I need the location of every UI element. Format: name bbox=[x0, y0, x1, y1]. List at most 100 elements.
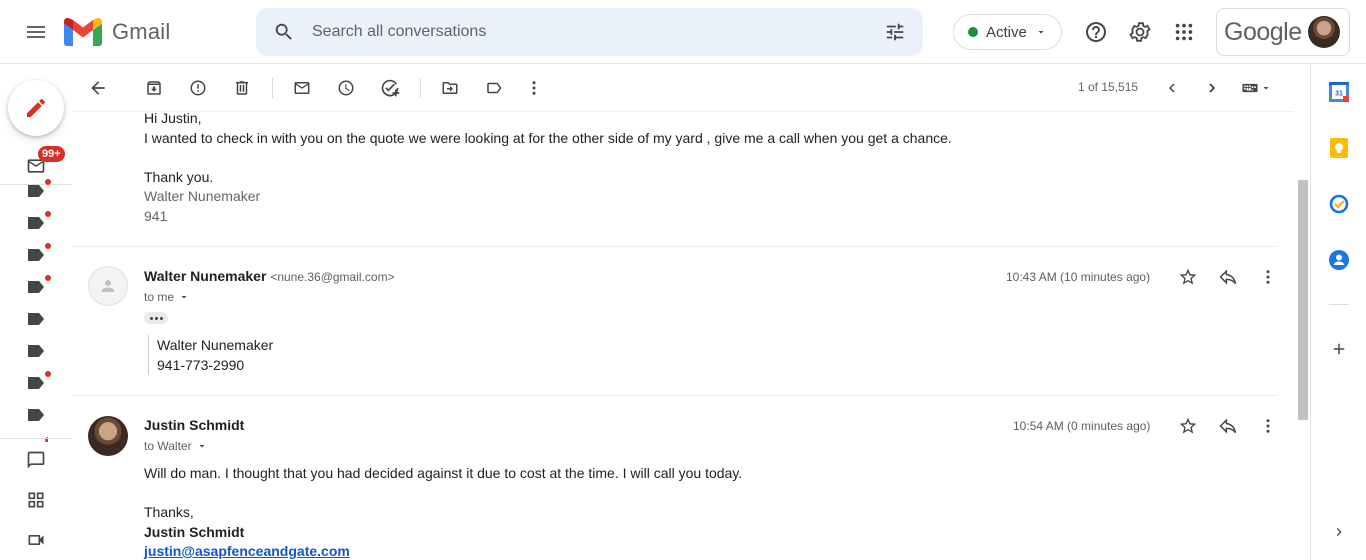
move-folder-icon bbox=[442, 82, 458, 94]
reply-button[interactable] bbox=[1212, 261, 1244, 293]
recipient-text: to me bbox=[144, 290, 175, 304]
settings-button[interactable] bbox=[1120, 12, 1160, 52]
account-avatar bbox=[1307, 16, 1340, 48]
label-item[interactable] bbox=[28, 370, 52, 390]
get-addons-button[interactable] bbox=[1319, 329, 1359, 369]
trash-icon bbox=[236, 81, 248, 95]
more-options-button[interactable] bbox=[514, 68, 554, 108]
mark-unread-button[interactable] bbox=[282, 68, 322, 108]
search-input[interactable] bbox=[312, 23, 867, 41]
label-icon bbox=[28, 249, 44, 261]
reply-button[interactable] bbox=[1212, 410, 1244, 442]
label-item[interactable] bbox=[28, 274, 52, 294]
scrollbar-thumb[interactable] bbox=[1298, 180, 1308, 420]
sender-avatar[interactable] bbox=[88, 266, 128, 306]
move-to-button[interactable] bbox=[430, 68, 470, 108]
unread-dot bbox=[44, 274, 52, 282]
svg-text:31: 31 bbox=[1335, 91, 1343, 98]
video-camera-icon bbox=[28, 535, 44, 545]
compose-button[interactable] bbox=[8, 80, 64, 136]
label-item[interactable] bbox=[28, 436, 48, 442]
pencil-icon bbox=[27, 98, 45, 117]
keep-app-button[interactable] bbox=[1319, 128, 1359, 168]
main-menu-button[interactable] bbox=[16, 12, 56, 52]
recipient-details-toggle[interactable]: to me bbox=[144, 290, 190, 304]
star-outline-icon bbox=[1179, 417, 1197, 434]
toolbar-divider bbox=[420, 78, 421, 98]
caret-down-icon bbox=[199, 445, 205, 448]
calendar-app-button[interactable]: 31 bbox=[1319, 72, 1359, 112]
recipient-details-toggle[interactable]: to Walter bbox=[144, 439, 208, 453]
caret-down-icon bbox=[1263, 87, 1269, 90]
input-tools-button[interactable] bbox=[1232, 68, 1280, 108]
support-button[interactable] bbox=[1076, 12, 1116, 52]
star-button[interactable] bbox=[1172, 261, 1204, 293]
spaces-nav-button[interactable] bbox=[20, 488, 52, 512]
more-vert-icon bbox=[532, 81, 536, 95]
clock-icon bbox=[338, 80, 354, 96]
contacts-app-button[interactable] bbox=[1319, 240, 1359, 280]
message-body: Will do man. I thought that you had deci… bbox=[144, 464, 742, 560]
unread-dot bbox=[44, 242, 52, 250]
label-item[interactable] bbox=[28, 178, 52, 198]
unread-dot bbox=[44, 178, 52, 186]
label-item[interactable] bbox=[28, 312, 48, 326]
side-panel-divider bbox=[1329, 304, 1349, 305]
message-divider bbox=[72, 246, 1278, 247]
quoted-signature: Walter Nunemaker 941-773-2990 bbox=[148, 335, 273, 375]
signature-name: Walter Nunemaker bbox=[144, 188, 261, 204]
search-options-button[interactable] bbox=[867, 21, 923, 43]
left-rail: 99+ bbox=[0, 64, 72, 560]
message-more-button[interactable] bbox=[1252, 410, 1284, 442]
status-selector[interactable]: Active bbox=[953, 14, 1062, 50]
message-more-button[interactable] bbox=[1252, 261, 1284, 293]
older-button[interactable] bbox=[1192, 68, 1232, 108]
google-brand-text: Google bbox=[1224, 17, 1302, 46]
sender-name[interactable]: Walter Nunemaker bbox=[144, 268, 266, 284]
chat-icon bbox=[27, 451, 45, 469]
person-icon bbox=[102, 280, 114, 292]
reply-icon bbox=[1219, 269, 1237, 285]
body-text: I wanted to check in with you on the quo… bbox=[144, 129, 952, 146]
top-header: Gmail Active Google bbox=[0, 0, 1366, 64]
search-button[interactable] bbox=[256, 21, 312, 43]
newer-button[interactable] bbox=[1152, 68, 1192, 108]
show-side-panel-button[interactable] bbox=[1319, 512, 1359, 552]
label-item[interactable] bbox=[28, 344, 48, 358]
spaces-icon bbox=[28, 492, 44, 508]
side-panel: 31 bbox=[1310, 64, 1366, 560]
apps-button[interactable] bbox=[1164, 12, 1204, 52]
gmail-logo[interactable]: Gmail bbox=[64, 14, 170, 50]
chevron-right-icon bbox=[1209, 83, 1215, 93]
sender-avatar[interactable] bbox=[88, 416, 128, 456]
labels-button[interactable] bbox=[474, 68, 514, 108]
gmail-m-icon bbox=[64, 18, 102, 46]
delete-button[interactable] bbox=[222, 68, 262, 108]
archive-button[interactable] bbox=[134, 68, 174, 108]
signature-phone: 941 bbox=[144, 207, 168, 224]
tasks-icon bbox=[1329, 194, 1349, 214]
inbox-badge: 99+ bbox=[38, 146, 65, 162]
snooze-button[interactable] bbox=[326, 68, 366, 108]
chat-nav-button[interactable] bbox=[20, 448, 52, 472]
label-item[interactable] bbox=[28, 210, 52, 230]
meet-nav-button[interactable] bbox=[20, 528, 52, 552]
label-item[interactable] bbox=[28, 408, 48, 422]
signature-email-link[interactable]: justin@asapfenceandgate.com bbox=[144, 542, 742, 560]
label-item[interactable] bbox=[28, 242, 52, 262]
archive-icon bbox=[147, 81, 161, 95]
message-time: 10:54 AM (0 minutes ago) bbox=[1013, 419, 1151, 433]
reply-icon bbox=[1219, 418, 1237, 434]
back-button[interactable] bbox=[78, 68, 118, 108]
label-outline-icon bbox=[487, 82, 502, 94]
tasks-app-button[interactable] bbox=[1319, 184, 1359, 224]
star-button[interactable] bbox=[1172, 410, 1204, 442]
add-to-tasks-button[interactable] bbox=[370, 68, 410, 108]
message-divider bbox=[72, 395, 1278, 396]
account-button[interactable]: Google bbox=[1216, 8, 1350, 56]
caret-down-icon bbox=[181, 296, 187, 299]
sender-name[interactable]: Justin Schmidt bbox=[144, 417, 244, 433]
show-trimmed-content-button[interactable] bbox=[144, 312, 168, 324]
report-spam-button[interactable] bbox=[178, 68, 218, 108]
unread-dot bbox=[44, 370, 52, 378]
